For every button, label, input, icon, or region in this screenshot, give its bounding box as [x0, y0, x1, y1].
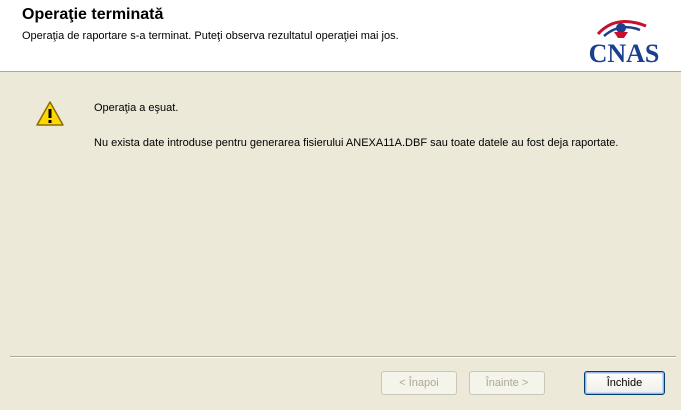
operation-detail: Nu exista date introduse pentru generare…: [94, 137, 619, 149]
page-subtitle: Operaţia de raportare s-a terminat. Pute…: [22, 30, 399, 42]
logo-text: CNAS: [589, 39, 660, 66]
warning-icon: [35, 100, 65, 128]
back-button[interactable]: < Înapoi: [381, 371, 457, 395]
close-button[interactable]: Închide: [584, 371, 665, 395]
footer-separator: [10, 356, 676, 358]
page-title: Operaţie terminată: [22, 6, 164, 23]
wizard-header: Operaţie terminată Operaţia de raportare…: [0, 0, 681, 72]
cnas-logo: CNAS: [574, 12, 674, 66]
next-button[interactable]: Înainte >: [469, 371, 545, 395]
operation-status: Operaţia a eşuat.: [94, 102, 179, 114]
